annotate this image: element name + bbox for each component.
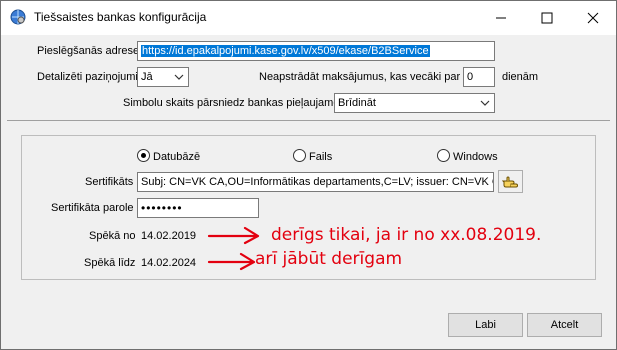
unprocessed-days-value: 0 — [467, 71, 474, 83]
password-label: Sertifikāta parole — [51, 202, 134, 214]
certificate-label: Sertifikāts — [85, 176, 134, 188]
symbol-count-select[interactable]: Brīdināt — [334, 93, 495, 113]
radio-selected-icon — [137, 149, 150, 162]
radio-empty-icon — [293, 149, 306, 162]
valid-from-label: Spēkā no — [89, 230, 136, 242]
cancel-button[interactable]: Atcelt — [527, 313, 602, 337]
annotation-valid-from: derīgs tikai, ja ir no xx.08.2019. — [271, 225, 542, 245]
chevron-down-icon — [480, 100, 490, 106]
app-icon — [10, 9, 26, 25]
certificate-value: Subj: CN=VK CA,OU=Informātikas departame… — [141, 176, 494, 188]
detailed-notifications-value: Jā — [141, 71, 153, 83]
minimize-button[interactable] — [478, 1, 524, 35]
password-input[interactable]: •••••••• — [137, 198, 259, 218]
certificate-browse-button[interactable] — [498, 170, 523, 193]
section-divider — [7, 120, 610, 121]
radio-file[interactable]: Fails — [293, 149, 332, 163]
annotation-arrow-icon — [207, 252, 256, 271]
valid-from-value: 14.02.2019 — [141, 230, 197, 242]
title-bar: Tiešsaistes bankas konfigurācija — [1, 1, 616, 35]
unprocessed-payments-label: Neapstrādāt maksājumus, kas vecāki par — [259, 71, 461, 83]
detailed-notifications-label: Detalizēti paziņojumi — [37, 71, 138, 83]
annotation-arrow-icon — [207, 226, 260, 245]
close-button[interactable] — [570, 1, 616, 35]
valid-to-value: 14.02.2024 — [141, 257, 197, 269]
dialog-window: Tiešsaistes bankas konfigurācija Pieslēg… — [0, 0, 617, 350]
ok-button[interactable]: Labi — [448, 313, 523, 337]
address-label: Pieslēgšanās adrese — [37, 45, 140, 57]
password-value: •••••••• — [141, 201, 183, 215]
address-input[interactable]: https://id.epakalpojumi.kase.gov.lv/x509… — [137, 41, 495, 61]
pointing-hand-icon — [501, 176, 518, 188]
days-unit-label: dienām — [502, 71, 539, 83]
detailed-notifications-select[interactable]: Jā — [137, 67, 189, 87]
chevron-down-icon — [174, 74, 184, 80]
annotation-valid-to: arī jābūt derīgam — [255, 249, 403, 269]
symbol-count-label: Simbolu skaits pārsniedz bankas pieļauja… — [123, 97, 340, 109]
valid-to-label: Spēkā līdz — [84, 257, 136, 269]
unprocessed-days-input[interactable]: 0 — [463, 67, 495, 87]
address-value: https://id.epakalpojumi.kase.gov.lv/x509… — [141, 45, 430, 57]
radio-database[interactable]: Datubāzē — [137, 149, 200, 163]
radio-windows[interactable]: Windows — [437, 149, 498, 163]
radio-empty-icon — [437, 149, 450, 162]
certificate-input[interactable]: Subj: CN=VK CA,OU=Informātikas departame… — [137, 172, 494, 192]
window-title: Tiešsaistes bankas konfigurācija — [34, 10, 207, 24]
maximize-button[interactable] — [524, 1, 570, 35]
symbol-count-value: Brīdināt — [338, 97, 376, 109]
